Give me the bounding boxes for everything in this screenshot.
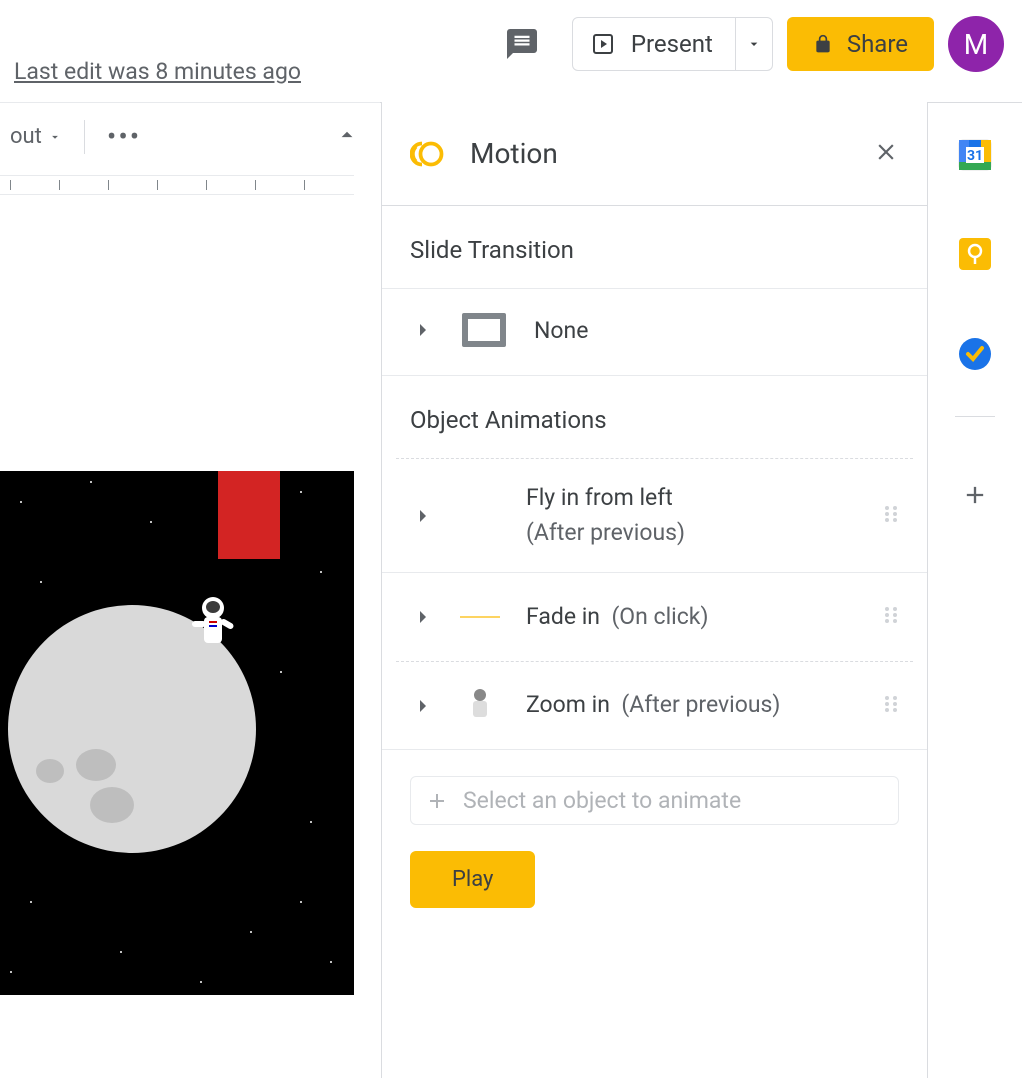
transition-section-header: Slide Transition <box>382 206 927 288</box>
chevron-right-icon <box>410 318 434 342</box>
present-button-group: Present <box>572 17 773 71</box>
transition-row[interactable]: None <box>382 288 927 376</box>
motion-title: Motion <box>470 137 849 170</box>
motion-panel: Motion Slide Transition None Object Anim… <box>381 102 928 1078</box>
close-button[interactable] <box>873 139 899 169</box>
animation-trigger: (After previous) <box>526 519 685 546</box>
chevron-down-icon <box>48 130 62 144</box>
drag-handle[interactable] <box>883 502 899 530</box>
present-dropdown[interactable] <box>735 18 772 70</box>
share-label: Share <box>847 30 908 58</box>
animation-thumbnail <box>458 602 502 632</box>
chevron-right-icon <box>410 694 434 718</box>
animations-section-header: Object Animations <box>382 376 927 458</box>
add-addon-button[interactable] <box>961 481 989 517</box>
tasks-icon <box>957 336 993 372</box>
animation-name: Zoom in <box>526 691 610 718</box>
close-icon <box>873 139 899 165</box>
animation-text: Fade in (On click) <box>526 600 859 635</box>
transition-value: None <box>534 317 588 344</box>
red-object[interactable] <box>218 471 280 559</box>
plus-icon <box>425 789 449 813</box>
keep-icon <box>957 236 993 272</box>
tasks-button[interactable] <box>957 336 993 372</box>
keep-button[interactable] <box>957 236 993 272</box>
animation-trigger: (On click) <box>611 603 708 630</box>
chevron-up-icon <box>334 122 360 148</box>
calendar-icon: 31 <box>957 136 993 172</box>
side-separator <box>955 416 995 417</box>
toolbar: out ••• <box>0 102 380 170</box>
layout-label: out <box>10 124 42 149</box>
lock-icon <box>813 34 833 54</box>
chevron-right-icon <box>410 504 434 528</box>
avatar[interactable]: M <box>948 16 1004 72</box>
animation-thumbnail <box>458 691 502 721</box>
animation-thumbnail <box>458 501 502 531</box>
animation-name: Fly in from left <box>526 484 673 511</box>
animation-text: Fly in from left (After previous) <box>526 481 859 550</box>
add-animation-button: Select an object to animate <box>410 776 899 825</box>
present-icon <box>591 32 615 56</box>
animation-row[interactable]: Fly in from left (After previous) <box>382 459 927 573</box>
slide-thumbnail-icon <box>462 313 506 347</box>
comments-button[interactable] <box>504 26 540 62</box>
ruler <box>0 175 354 195</box>
animation-text: Zoom in (After previous) <box>526 688 859 723</box>
toolbar-separator <box>84 120 85 154</box>
moon-crater <box>90 787 134 823</box>
chevron-right-icon <box>410 605 434 629</box>
collapse-toolbar[interactable] <box>334 122 360 152</box>
play-label: Play <box>452 867 493 892</box>
drag-handle[interactable] <box>883 603 899 631</box>
animation-trigger: (After previous) <box>621 691 780 718</box>
svg-text:31: 31 <box>967 148 983 164</box>
present-label: Present <box>631 30 713 58</box>
moon-crater <box>36 759 64 783</box>
motion-header: Motion <box>382 102 927 206</box>
play-button[interactable]: Play <box>410 851 535 908</box>
animation-row[interactable]: Fade in (On click) <box>382 573 927 661</box>
calendar-button[interactable]: 31 <box>957 136 993 172</box>
animation-row[interactable]: Zoom in (After previous) <box>382 662 927 750</box>
present-button[interactable]: Present <box>573 18 735 70</box>
motion-icon <box>410 136 446 172</box>
last-edit-link[interactable]: Last edit was 8 minutes ago <box>14 58 301 85</box>
plus-icon <box>961 481 989 509</box>
layout-menu[interactable]: out <box>0 124 72 149</box>
add-animation-placeholder: Select an object to animate <box>463 787 741 814</box>
drag-icon <box>883 502 899 526</box>
share-button[interactable]: Share <box>787 17 934 71</box>
drag-handle[interactable] <box>883 692 899 720</box>
drag-icon <box>883 603 899 627</box>
side-panel: 31 <box>928 102 1022 1078</box>
toolbar-more[interactable]: ••• <box>97 120 151 153</box>
avatar-letter: M <box>964 28 988 61</box>
slide-canvas[interactable] <box>0 471 354 995</box>
drag-icon <box>883 692 899 716</box>
animation-name: Fade in <box>526 603 600 630</box>
moon-crater <box>76 749 116 781</box>
astronaut-object[interactable] <box>196 597 232 655</box>
chevron-down-icon <box>746 36 762 52</box>
